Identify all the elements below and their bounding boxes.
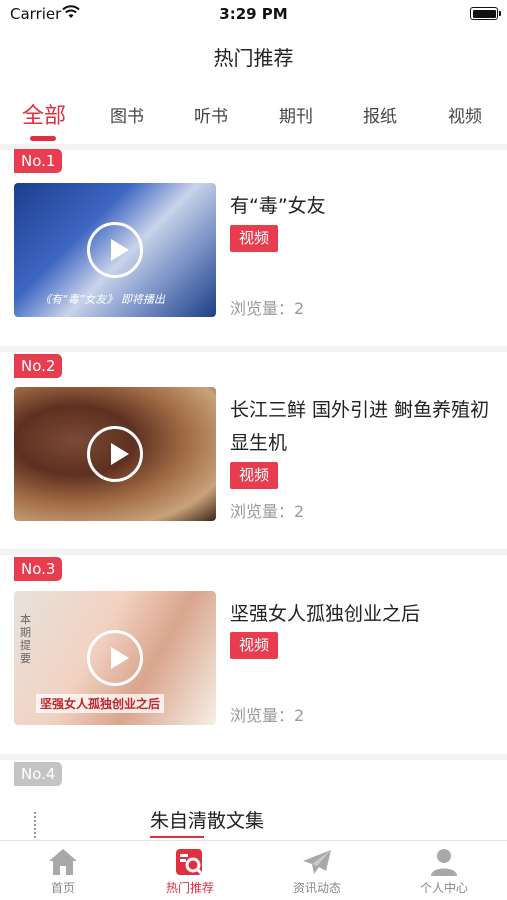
page-title: 热门推荐 bbox=[213, 46, 294, 70]
tab-newspapers[interactable]: 报纸 bbox=[348, 102, 412, 127]
video-thumbnail[interactable]: 本期提要 坚强女人孤独创业之后 bbox=[14, 591, 216, 725]
tabbar-hot[interactable]: 热门推荐 bbox=[127, 841, 253, 900]
view-count: 浏览量：2 bbox=[230, 502, 305, 521]
divider bbox=[0, 144, 507, 150]
play-icon[interactable] bbox=[87, 426, 143, 482]
play-icon[interactable] bbox=[87, 222, 143, 278]
rank-badge: No.2 bbox=[14, 354, 63, 378]
tabbar-label: 首页 bbox=[50, 881, 75, 895]
hot-recommend-icon bbox=[176, 849, 205, 877]
view-count: 浏览量：2 bbox=[230, 706, 305, 725]
tabbar-label: 个人中心 bbox=[419, 881, 468, 895]
tabbar-profile[interactable]: 个人中心 bbox=[381, 841, 507, 900]
video-thumbnail[interactable]: 《有“毒”女友》 即将播出 bbox=[14, 183, 216, 317]
tabbar-label: 热门推荐 bbox=[165, 881, 214, 895]
play-icon[interactable] bbox=[87, 630, 143, 686]
view-count: 浏览量：2 bbox=[230, 299, 305, 318]
video-thumbnail[interactable] bbox=[14, 387, 216, 521]
thumbnail-caption: 《有“毒”女友》 即将播出 bbox=[40, 293, 165, 306]
home-icon bbox=[49, 849, 77, 875]
user-icon bbox=[431, 849, 457, 876]
divider bbox=[0, 346, 507, 352]
item-title[interactable]: 朱自清散文集 bbox=[150, 806, 264, 833]
tab-videos[interactable]: 视频 bbox=[433, 102, 497, 127]
video-tag: 视频 bbox=[230, 632, 279, 659]
video-tag: 视频 bbox=[230, 225, 279, 252]
bottom-tab-bar: 首页 热门推荐 资讯动态 个人中心 bbox=[0, 840, 507, 900]
tab-books[interactable]: 图书 bbox=[95, 102, 159, 127]
rank-badge: No.3 bbox=[14, 557, 63, 581]
item-title[interactable]: 有“毒”女友 bbox=[230, 190, 495, 223]
title-underline bbox=[150, 836, 204, 838]
thumbnail-side-label: 本期提要 bbox=[20, 613, 31, 665]
status-time: 3:29 PM bbox=[219, 5, 288, 23]
tab-all[interactable]: 全部 bbox=[12, 98, 76, 130]
battery-icon bbox=[470, 7, 501, 20]
tab-active-indicator bbox=[30, 136, 56, 141]
thumbnail-caption: 坚强女人孤独创业之后 bbox=[36, 694, 165, 713]
paper-plane-icon bbox=[303, 850, 331, 874]
video-tag: 视频 bbox=[230, 462, 279, 489]
tabbar-home[interactable]: 首页 bbox=[0, 841, 126, 900]
category-tabs: 全部 图书 听书 期刊 报纸 视频 bbox=[0, 92, 507, 144]
status-bar: Carrier 3:29 PM bbox=[0, 0, 507, 28]
tab-journals[interactable]: 期刊 bbox=[264, 102, 328, 127]
tabbar-news[interactable]: 资讯动态 bbox=[254, 841, 380, 900]
rank-badge: No.1 bbox=[14, 149, 63, 173]
divider bbox=[0, 549, 507, 555]
rank-badge: No.4 bbox=[14, 762, 63, 786]
item-title[interactable]: 长江三鲜 国外引进 鲥鱼养殖初显生机 bbox=[230, 394, 495, 460]
tabbar-label: 资讯动态 bbox=[292, 881, 341, 895]
item-title[interactable]: 坚强女人孤独创业之后 bbox=[230, 598, 495, 631]
divider bbox=[0, 754, 507, 760]
book-cover[interactable] bbox=[34, 812, 36, 838]
tab-audiobooks[interactable]: 听书 bbox=[179, 102, 243, 127]
